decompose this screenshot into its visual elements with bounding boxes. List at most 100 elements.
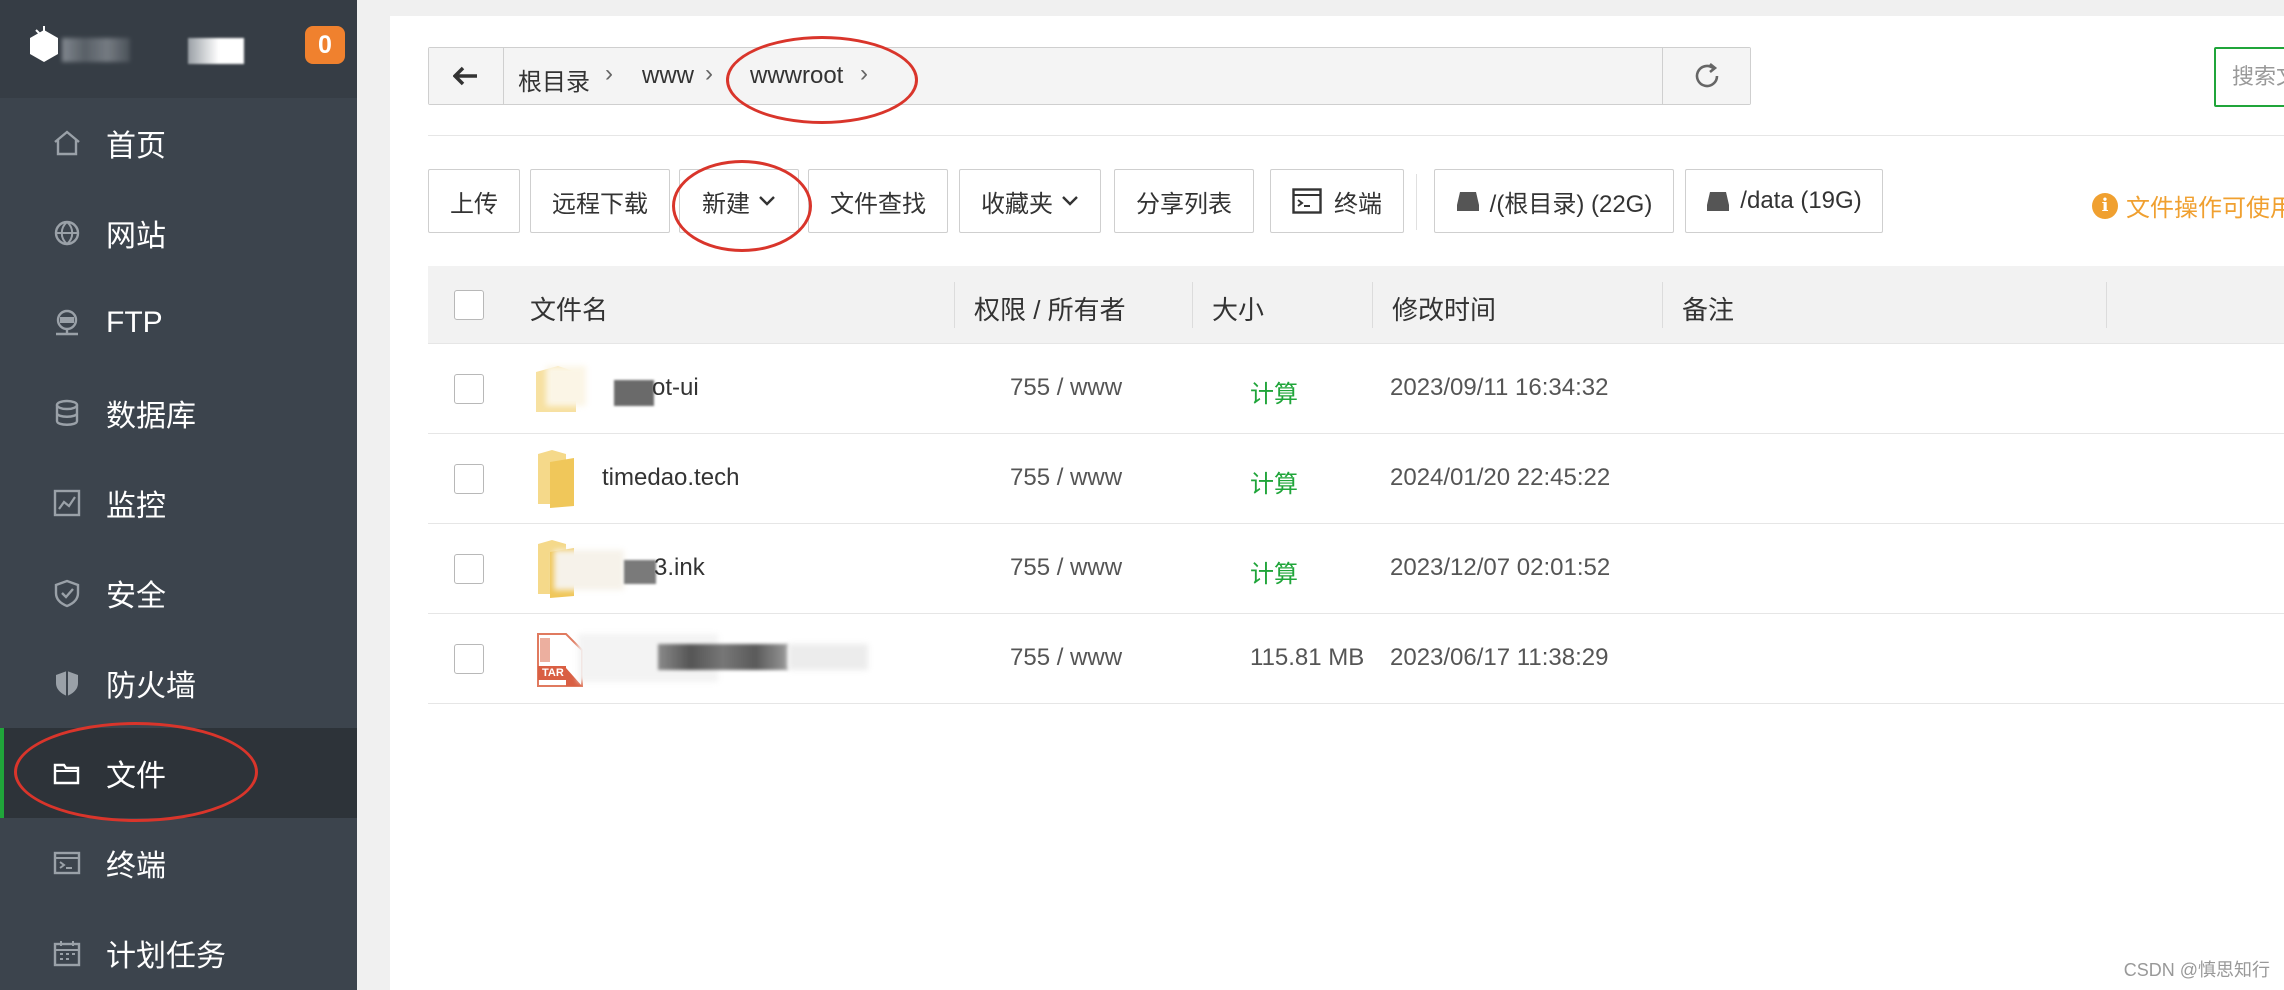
disk-data-label: /data (19G) [1740,187,1862,214]
row-checkbox[interactable] [454,464,484,494]
chevron-down-icon [759,196,775,206]
sidebar-item-label: FTP [106,306,163,339]
favorites-dropdown-button[interactable]: 收藏夹 [959,169,1101,233]
column-header-mtime[interactable]: 修改时间 [1392,290,1496,327]
breadcrumb-root[interactable]: 根目录 [518,62,590,97]
logo-text-blurred [62,38,130,62]
calendar-icon [53,941,81,967]
sidebar-item-files[interactable]: 文件 [0,728,357,818]
hard-drive-icon [1707,192,1730,211]
file-search-button[interactable]: 文件查找 [808,169,948,233]
logo-icon [30,26,58,62]
upload-button[interactable]: 上传 [428,169,520,233]
blurred-filename [658,644,788,670]
row-checkbox[interactable] [454,644,484,674]
file-table-header: 文件名 权限 / 所有者 大小 修改时间 备注 [428,266,2284,344]
blurred-filename [624,560,656,584]
select-all-checkbox[interactable] [454,290,484,320]
sidebar-item-label: 网站 [106,220,166,253]
notification-badge[interactable]: 0 [305,26,345,64]
sidebar-item-label: 监控 [106,490,166,523]
monitor-chart-icon [53,489,81,517]
sidebar-item-cron[interactable]: 计划任务 [0,908,357,990]
sidebar-item-label: 文件 [106,760,166,793]
sidebar-item-terminal[interactable]: 终端 [0,818,357,908]
search-input[interactable]: 搜索文 [2214,47,2284,107]
column-divider [2106,282,2107,328]
ftp-server-icon [56,309,78,336]
operation-tip[interactable]: i 文件操作可使用 [2092,188,2284,223]
file-permission[interactable]: 755 / www [1010,644,1122,672]
terminal-button-label: 终端 [1334,190,1382,218]
file-manager-panel: 根目录 › www › wwwroot › 搜索文 上传 远程下载 新建 文件查… [390,16,2284,990]
file-permission[interactable]: 755 / www [1010,554,1122,582]
chevron-down-icon [1062,196,1078,206]
file-name[interactable]: ot-ui [652,374,699,402]
chevron-right-icon: › [705,60,713,87]
terminal-icon [53,851,81,875]
back-button[interactable] [429,48,504,104]
sidebar-item-label: 安全 [106,580,166,613]
folder-icon [538,450,574,508]
share-list-button[interactable]: 分享列表 [1114,169,1254,233]
row-checkbox[interactable] [454,554,484,584]
tip-text: 文件操作可使用 [2126,195,2284,222]
file-mtime: 2023/12/07 02:01:52 [1390,554,1611,581]
row-checkbox[interactable] [454,374,484,404]
new-dropdown-button[interactable]: 新建 [679,169,799,233]
file-name[interactable]: timedao.tech [602,464,739,492]
sidebar-item-firewall[interactable]: 防火墙 [0,638,357,728]
folder-icon [53,763,80,785]
sidebar-item-label: 数据库 [106,400,196,433]
column-header-size[interactable]: 大小 [1212,290,1264,327]
sidebar-item-monitor[interactable]: 监控 [0,458,357,548]
table-row[interactable]: ot-ui 755 / www 计算 2023/09/11 16:34:32 [428,344,2284,434]
path-bar: 根目录 › www › wwwroot › [428,47,1751,105]
breadcrumb-www[interactable]: www [642,62,694,90]
globe-icon [54,220,80,246]
logo-text-blurred [188,38,244,64]
hard-drive-icon [1456,192,1479,211]
new-button-label: 新建 [702,190,750,218]
database-icon [55,399,79,426]
terminal-button[interactable]: 终端 [1270,169,1404,233]
table-row[interactable]: TAR 755 / www 115.81 MB 2023/06/17 11:38… [428,614,2284,704]
sidebar-item-security[interactable]: 安全 [0,548,357,638]
tar-archive-icon: TAR [536,632,584,688]
sidebar-item-label: 终端 [106,850,166,883]
table-row[interactable]: timedao.tech 755 / www 计算 2024/01/20 22:… [428,434,2284,524]
file-size: 115.81 MB [1250,644,1365,671]
sidebar-item-label: 防火墙 [106,670,196,703]
column-divider [1192,282,1193,328]
sidebar-item-website[interactable]: 网站 [0,188,357,278]
file-size-calc[interactable]: 计算 [1250,464,1298,499]
sidebar-item-home[interactable]: 首页 [0,98,357,188]
file-name[interactable]: 3.ink [654,554,705,582]
disk-data-button[interactable]: /data (19G) [1685,169,1883,233]
blurred-filename [788,644,868,670]
sidebar-item-database[interactable]: 数据库 [0,368,357,458]
remote-download-button[interactable]: 远程下载 [530,169,670,233]
watermark: CSDN @慎思知行 [2123,960,2270,980]
refresh-icon [1695,62,1718,88]
refresh-button[interactable] [1662,48,1750,104]
breadcrumb-wwwroot[interactable]: wwwroot [750,62,843,90]
column-divider [1662,282,1663,328]
file-permission[interactable]: 755 / www [1010,464,1122,492]
divider [428,135,2284,136]
column-header-name[interactable]: 文件名 [530,290,608,327]
file-size-calc[interactable]: 计算 [1250,554,1298,589]
chevron-right-icon: › [605,60,613,87]
file-size-calc[interactable]: 计算 [1250,374,1298,409]
sidebar-item-ftp[interactable]: FTP [0,278,357,368]
disk-root-button[interactable]: /(根目录) (22G) [1434,169,1674,233]
table-row[interactable]: 3.ink 755 / www 计算 2023/12/07 02:01:52 [428,524,2284,614]
shield-check-icon [54,579,80,608]
column-header-permission[interactable]: 权限 / 所有者 [974,290,1126,327]
sidebar-item-label: 首页 [106,130,166,163]
column-divider [954,282,955,328]
sidebar: 0 首页 网站 FTP 数据库 监控 安全 防火墙 文件 终端 计划任务 [0,0,357,990]
file-permission[interactable]: 755 / www [1010,374,1122,402]
file-mtime: 2023/09/11 16:34:32 [1390,374,1609,401]
favorites-button-label: 收藏夹 [981,190,1053,218]
